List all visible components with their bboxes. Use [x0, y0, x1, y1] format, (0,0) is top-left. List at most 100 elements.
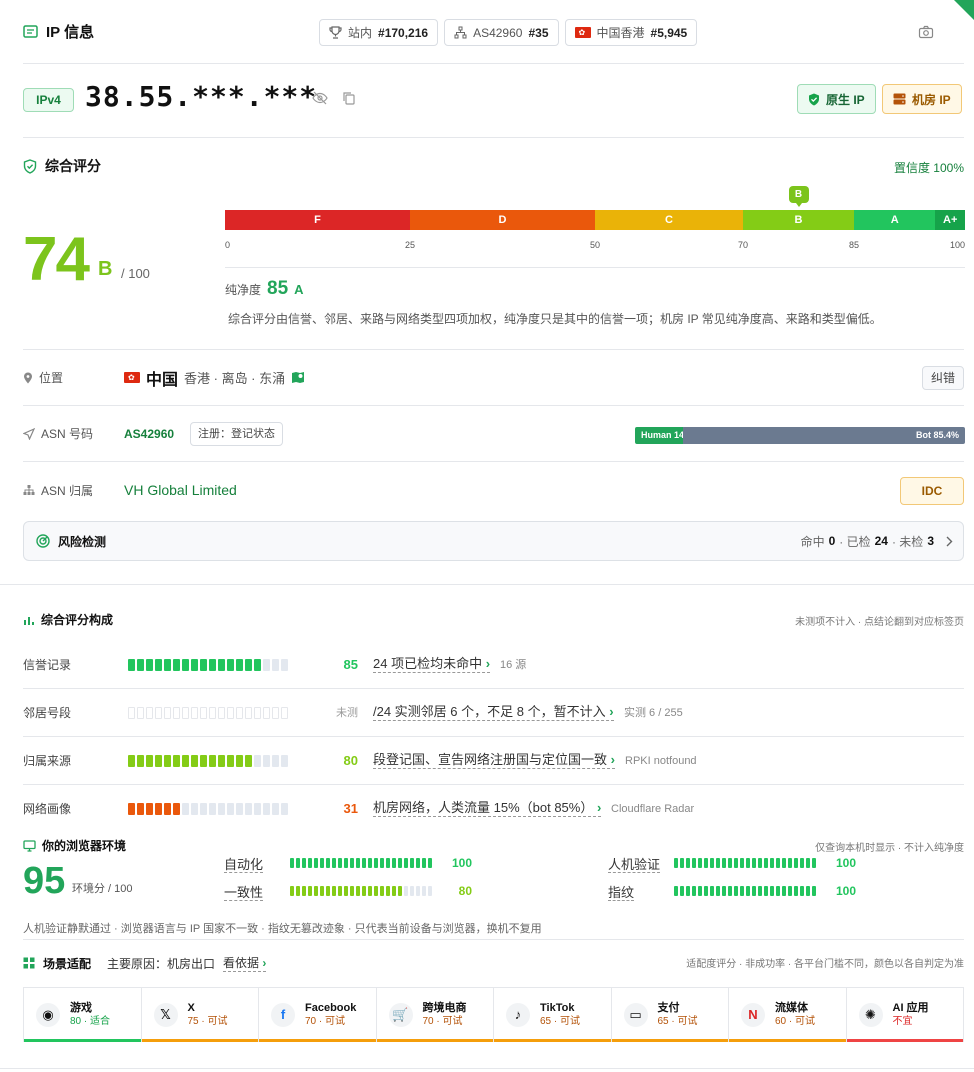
- env-metric-label[interactable]: 自动化: [224, 854, 290, 873]
- scenario-tile[interactable]: ▭ 支付 65 · 可试: [611, 988, 729, 1042]
- meter-segment: [356, 886, 360, 896]
- meter-segment: [272, 707, 279, 719]
- env-metric-label[interactable]: 人机验证: [608, 854, 674, 873]
- grade-tick: 70: [737, 240, 749, 250]
- registration-status-button[interactable]: 注册：登记状态: [190, 421, 284, 446]
- scenario-reason-link[interactable]: 看依据 ›: [223, 954, 267, 972]
- meter-segment: [182, 755, 189, 767]
- env-metric-label[interactable]: 一致性: [224, 882, 290, 901]
- site-rank-chip[interactable]: 站内 #170,216: [319, 19, 439, 46]
- meter-segment: [272, 755, 279, 767]
- meter-segment: [374, 886, 378, 896]
- env-metric-score: 100: [835, 856, 856, 870]
- meter-segment: [782, 886, 786, 896]
- meter-segment: [191, 707, 198, 719]
- meter-segment: [776, 886, 780, 896]
- scenario-name: 流媒体: [775, 1001, 808, 1014]
- datacenter-ip-tag[interactable]: 机房 IP: [882, 84, 962, 114]
- scenario-tile[interactable]: ♪ TikTok 65 · 可试: [494, 988, 612, 1042]
- scenario-status-line: [494, 1039, 611, 1042]
- facebook-icon: f: [271, 1002, 295, 1027]
- network-icon: [454, 26, 467, 39]
- meter-segment: [368, 886, 372, 896]
- region-rank-chip[interactable]: 中国香港 #5,945: [564, 19, 698, 46]
- meter-segment: [380, 858, 384, 868]
- score-composition-section: 综合评分构成 未测项不计入 · 点结论翻到对应标签页 信誉记录 85 24 项已…: [23, 585, 964, 825]
- card-icon: ▭: [623, 1002, 648, 1027]
- meter-segment: [200, 659, 207, 671]
- risk-detection-bar[interactable]: 风险检测 命中 0 · 已检 24 · 未检 3: [23, 521, 964, 561]
- composition-label: 归属来源: [23, 754, 72, 768]
- composition-conclusion-link[interactable]: 段登记国、宣告网络注册国与定位国一致: [373, 752, 615, 769]
- meter-segment: [245, 803, 252, 815]
- meter-segment: [686, 858, 690, 868]
- scenario-status-line: [846, 1039, 963, 1042]
- meter-segment: [302, 858, 306, 868]
- report-error-button[interactable]: 纠错: [921, 366, 964, 390]
- scenario-tile[interactable]: 𝕏 X 75 · 可试: [141, 988, 259, 1042]
- composition-conclusion-link[interactable]: 24 项已检均未命中: [373, 656, 491, 673]
- netflix-icon: N: [741, 1002, 765, 1027]
- scenario-tiles: ◉ 游戏 80 · 适合 𝕏 X 75 · 可试 f Facebook 70 · 可试 🛒 跨境电商…: [23, 987, 964, 1042]
- map-icon[interactable]: [291, 371, 305, 384]
- meter-segment: [296, 858, 300, 868]
- composition-source: RPKI notfound: [625, 755, 697, 767]
- env-hint: 仅查询本机时显示 · 不计入纯净度: [815, 843, 964, 854]
- env-metric-meter: [290, 886, 432, 896]
- traffic-bar: Human 14.6% Bot 85.4%: [635, 427, 965, 444]
- overall-score-section: 综合评分 置信度 100% 74 B / 100 B F D C B A A+ 0 25 50…: [23, 138, 965, 350]
- meter-segment: [155, 707, 162, 719]
- camera-icon[interactable]: [918, 25, 934, 39]
- asn-link[interactable]: AS42960: [124, 427, 174, 441]
- purity-row: 纯净度 85 A: [225, 278, 304, 300]
- eye-off-icon[interactable]: [312, 91, 328, 105]
- meter-segment: [137, 659, 144, 671]
- monitor-icon: [23, 839, 36, 852]
- grade-marker: B: [788, 186, 809, 207]
- meter-segment: [410, 886, 414, 896]
- meter-segment: [752, 858, 756, 868]
- composition-conclusion-link[interactable]: /24 实测邻居 6 个，不足 8 个，暂不计入: [373, 704, 614, 721]
- asn-owner-value[interactable]: VH Global Limited: [124, 482, 237, 498]
- native-ip-tag[interactable]: 原生 IP: [797, 84, 876, 114]
- meter-segment: [137, 803, 144, 815]
- risk-checked-count: 24: [874, 534, 888, 548]
- meter-segment: [728, 858, 732, 868]
- meter-segment: [416, 886, 420, 896]
- scenario-tile[interactable]: ✺ AI 应用 不宜: [846, 988, 963, 1042]
- scenario-tile[interactable]: N 流媒体 60 · 可试: [729, 988, 847, 1042]
- shield-outline-icon: [23, 158, 37, 174]
- composition-source: 16 源: [500, 659, 527, 671]
- meter-segment: [218, 707, 225, 719]
- scenario-tile[interactable]: f Facebook 70 · 可试: [259, 988, 377, 1042]
- ip-line: IPv4 38.55.***.*** 原生 IP 机房 IP: [23, 64, 964, 138]
- send-icon: [23, 427, 35, 440]
- meter-segment: [320, 886, 324, 896]
- native-ip-label: 原生 IP: [826, 92, 865, 107]
- scenario-tile[interactable]: ◉ 游戏 80 · 适合: [24, 988, 142, 1042]
- meter-segment: [794, 886, 798, 896]
- env-metric-score: 80: [458, 884, 472, 898]
- env-metric: 自动化 100: [224, 853, 472, 873]
- scenario-name: TikTok: [540, 1001, 575, 1014]
- meter-segment: [344, 858, 348, 868]
- asn-chip-value: #35: [528, 25, 549, 40]
- env-metric: 一致性 80: [224, 881, 472, 901]
- meter-segment: [740, 886, 744, 896]
- asn-rank-chip[interactable]: AS42960 #35: [444, 19, 559, 46]
- grade-segment-a-plus: A+: [935, 210, 965, 230]
- meter-segment: [155, 659, 162, 671]
- scenario-status-line: [24, 1039, 141, 1042]
- steam-icon: ◉: [36, 1002, 60, 1027]
- meter-segment: [245, 755, 252, 767]
- meter-segment: [680, 858, 684, 868]
- env-metric-label[interactable]: 指纹: [608, 882, 674, 901]
- env-title: 你的浏览器环境: [42, 839, 127, 853]
- site-rank-label: 站内: [348, 26, 373, 40]
- meter-segment: [752, 886, 756, 896]
- rank-chips: 站内 #170,216 AS42960 #35 中国香港 #5,945: [319, 19, 698, 46]
- composition-conclusion-link[interactable]: 机房网络，人类流量 15%（bot 85%）: [373, 800, 602, 817]
- scenario-tile[interactable]: 🛒 跨境电商 70 · 可试: [376, 988, 494, 1042]
- env-heading: 你的浏览器环境: [23, 837, 126, 854]
- copy-icon[interactable]: [342, 91, 356, 105]
